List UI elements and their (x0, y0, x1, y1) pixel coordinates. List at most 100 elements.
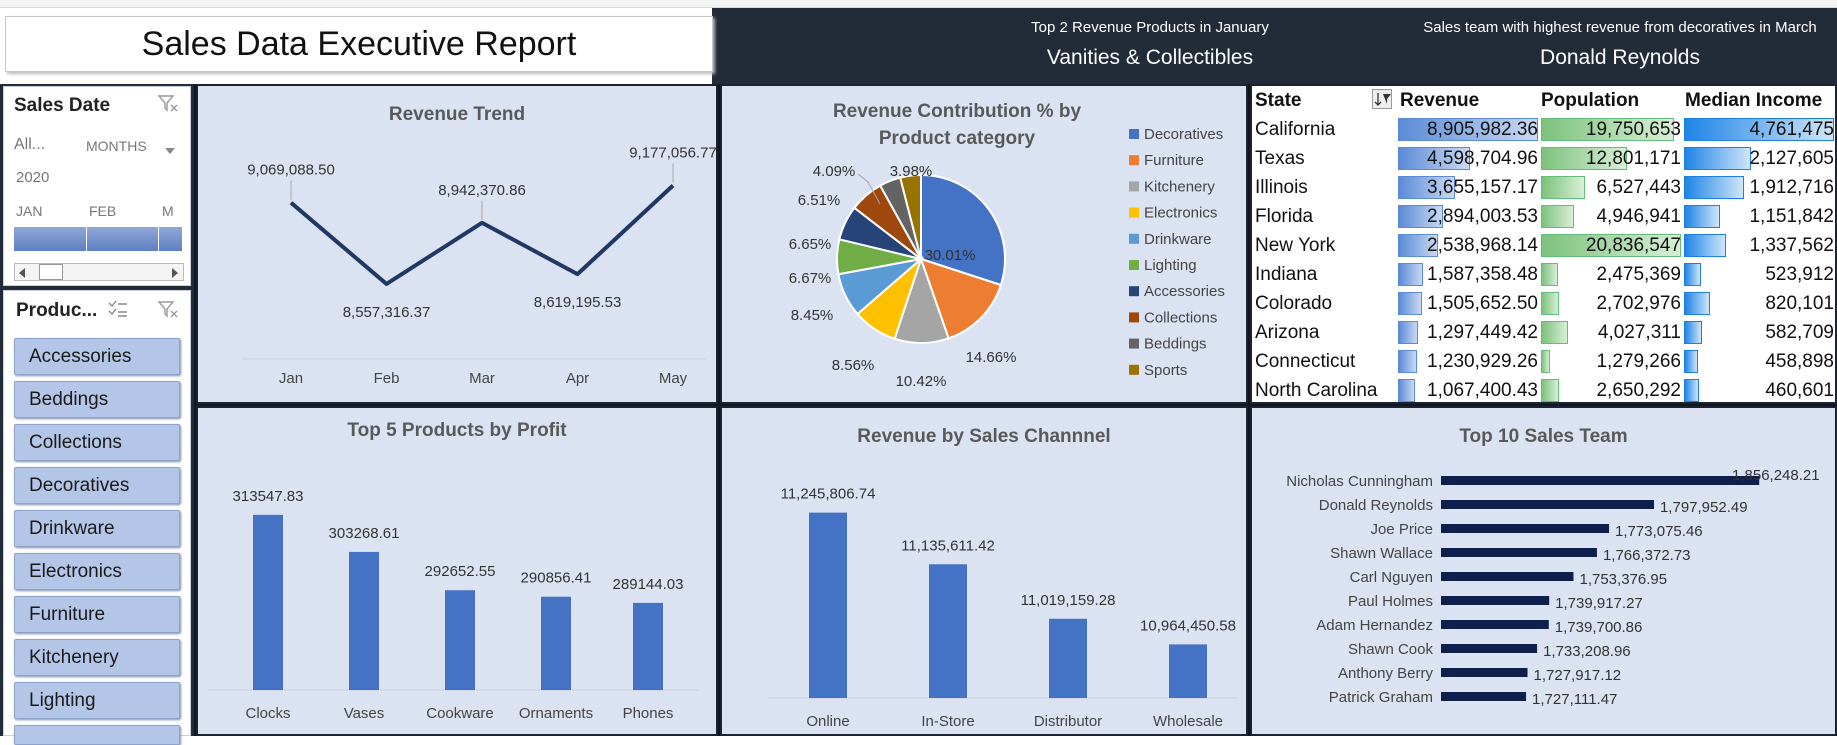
kpi-label-top-team: Sales team with highest revenue from dec… (1423, 19, 1817, 36)
population-cell: 4,946,941 (1596, 206, 1681, 227)
bar (445, 590, 475, 690)
profit-bar-chart: 313547.83 Clocks 303268.61 Vases 292652.55 Co… (208, 488, 698, 722)
product-item-collections[interactable]: Collections (14, 424, 180, 461)
timeline-scroll-thumb[interactable] (39, 264, 63, 280)
product-item-furniture[interactable]: Furniture (14, 596, 180, 633)
product-item-kitchenery[interactable]: Kitchenery (14, 639, 180, 676)
revenue-contribution-panel[interactable]: Revenue Contribution % by Product catego… (720, 84, 1248, 404)
product-item-electronics[interactable]: Electronics (14, 553, 180, 590)
data-label: 303268.61 (329, 525, 400, 542)
revenue-cell: 2,894,003.53 (1427, 206, 1538, 227)
bar (541, 596, 571, 690)
pie-chart: 30.01% Decoratives 14.66% Furniture 10.42% Ki… (789, 126, 1225, 390)
revenue-trend-panel[interactable]: Revenue Trend Jan 9,069,088.50 Feb 8,557,31… (196, 84, 718, 404)
state-cell: North Carolina (1255, 380, 1378, 401)
sales-date-slicer-title: Sales Date (14, 95, 111, 116)
x-tick-label: Mar (469, 370, 495, 387)
x-tick-label: Clocks (245, 705, 290, 722)
chevron-down-icon[interactable] (164, 142, 176, 160)
revenue-cell: 1,230,929.26 (1427, 351, 1538, 372)
y-tick-label: Donald Reynolds (1319, 497, 1433, 514)
product-item-drinkware[interactable]: Drinkware (14, 510, 180, 547)
x-tick-label: Ornaments (519, 705, 593, 722)
sales-date-slicer[interactable]: Sales Date All... MONTHS 2020 JAN FEB M (3, 86, 191, 286)
filter-clear-icon[interactable] (156, 93, 180, 115)
product-item-accessories[interactable]: Accessories (14, 338, 180, 375)
table-row: Connecticut 1,230,929.26 1,279,266 458,898 (1252, 347, 1837, 376)
y-tick-label: Paul Holmes (1348, 593, 1433, 610)
timeline-selection-bar[interactable] (14, 227, 182, 251)
product-item-beddings[interactable]: Beddings (14, 381, 180, 418)
population-cell: 20,836,547 (1585, 235, 1681, 256)
bar (1441, 572, 1574, 581)
state-cell: Illinois (1255, 177, 1308, 198)
bar (1169, 644, 1207, 698)
legend-swatch (1129, 286, 1139, 297)
bar (1441, 692, 1527, 701)
table-row: North Carolina 1,067,400.43 2,650,292 460,6… (1252, 376, 1837, 405)
state-table[interactable]: State Revenue Population Median Income C… (1250, 84, 1837, 404)
scroll-left-icon[interactable] (17, 266, 27, 284)
slice-label: 6.65% (789, 236, 832, 253)
legend-swatch (1129, 129, 1139, 139)
product-item-decoratives[interactable]: Decoratives (14, 467, 180, 504)
slice-label: 6.51% (798, 192, 841, 209)
revenue-cell: 8,905,982.36 (1427, 119, 1538, 140)
bar (1441, 596, 1550, 605)
median-income-cell: 1,337,562 (1749, 235, 1834, 256)
data-label: 1,856,248.21 (1732, 467, 1820, 484)
revenue-cell: 3,655,157.17 (1427, 177, 1538, 198)
y-tick-label: Anthony Berry (1338, 665, 1434, 682)
state-cell: Colorado (1255, 293, 1333, 314)
top-products-panel[interactable]: Top 5 Products by Profit 313547.83 Clocks… (196, 406, 718, 736)
slice-label: 8.45% (791, 307, 834, 324)
legend-swatch (1129, 233, 1139, 244)
state-cell: Texas (1255, 148, 1305, 169)
population-cell: 19,750,653 (1585, 119, 1681, 140)
data-label: 290856.41 (521, 570, 592, 587)
x-tick-label: Cookware (426, 705, 494, 722)
data-label: 11,019,159.28 (1021, 592, 1116, 609)
top-sales-team-panel[interactable]: Top 10 Sales Team Nicholas Cunningham 1,8… (1250, 406, 1837, 736)
x-tick-label: May (659, 370, 688, 387)
table-row: Colorado 1,505,652.50 2,702,976 820,101 (1252, 289, 1837, 318)
median-income-cell: 582,709 (1765, 322, 1834, 343)
sales-team-bar-chart: Nicholas Cunningham 1,856,248.21 Donald Re… (1286, 467, 1820, 708)
multi-select-icon[interactable] (107, 299, 129, 324)
legend-item: Drinkware (1144, 231, 1212, 248)
bar (1049, 618, 1087, 698)
sort-filter-icon[interactable] (1372, 89, 1392, 109)
state-cell: Connecticut (1255, 351, 1356, 372)
product-item-lighting[interactable]: Lighting (14, 682, 180, 719)
product-slicer-title: Produc... (16, 300, 98, 321)
line-chart: Jan 9,069,088.50 Feb 8,557,316.37 Mar 8,942,3… (242, 145, 716, 387)
year-label: 2020 (16, 169, 50, 186)
revenue-cell: 4,598,704.96 (1427, 148, 1538, 169)
scroll-right-icon[interactable] (170, 266, 180, 284)
revenue-cell: 1,505,652.50 (1427, 293, 1538, 314)
bar (809, 512, 847, 698)
x-tick-label: Jan (279, 370, 303, 387)
filter-clear-icon[interactable] (156, 299, 180, 326)
table-row: Texas 4,598,704.96 12,801,171 2,127,605 (1252, 144, 1837, 173)
population-cell: 6,527,443 (1596, 177, 1681, 198)
legend-item: Electronics (1144, 205, 1217, 222)
state-cell: California (1255, 119, 1336, 140)
sales-channel-panel[interactable]: Revenue by Sales Channnel 11,245,806.74 O… (720, 406, 1248, 736)
product-item-next[interactable] (14, 725, 180, 745)
population-cell: 4,027,311 (1597, 322, 1681, 343)
data-label: 1,739,700.86 (1555, 619, 1643, 636)
bar (1441, 524, 1610, 533)
legend-swatch (1129, 364, 1139, 375)
legend-swatch (1129, 207, 1139, 218)
legend-swatch (1129, 338, 1139, 349)
y-tick-label: Carl Nguyen (1350, 569, 1433, 586)
data-label: 11,135,611.42 (901, 537, 995, 554)
slice-label: 6.67% (789, 270, 832, 287)
data-label: 8,557,316.37 (343, 304, 431, 321)
population-cell: 2,702,976 (1596, 293, 1681, 314)
period-selector[interactable]: All... (14, 136, 45, 154)
time-level-dropdown[interactable]: MONTHS (86, 138, 147, 154)
revenue-cell: 2,538,968.14 (1427, 235, 1538, 256)
timeline-scrollbar[interactable] (14, 263, 184, 281)
